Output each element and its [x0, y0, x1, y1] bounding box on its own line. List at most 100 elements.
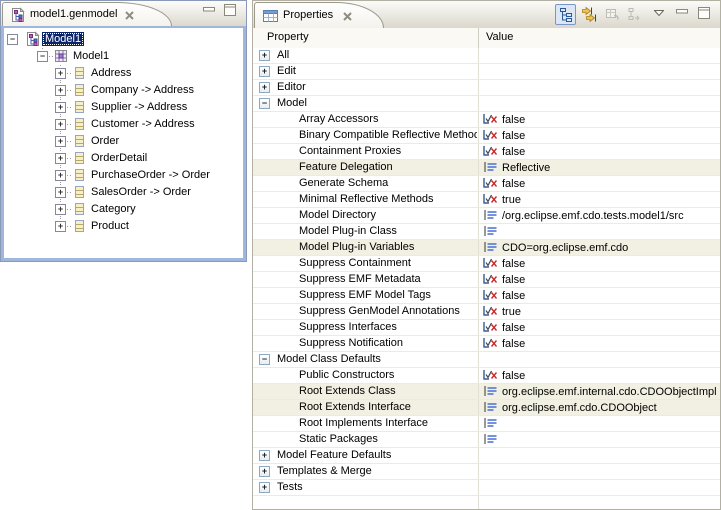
expander-icon[interactable]: + [55, 68, 66, 79]
property-value-cell[interactable] [478, 480, 720, 495]
tree-item[interactable]: +Order [4, 133, 243, 150]
expander-icon[interactable]: − [259, 98, 270, 109]
property-category-row[interactable]: +Editor [253, 80, 720, 96]
property-row[interactable]: Static Packages [253, 432, 720, 448]
column-divider[interactable] [478, 28, 479, 48]
expander-icon[interactable]: + [55, 153, 66, 164]
property-value-cell[interactable]: /org.eclipse.emf.cdo.tests.model1/src [478, 208, 720, 223]
property-value-cell[interactable]: false [478, 368, 720, 383]
expander-icon[interactable]: − [7, 34, 18, 45]
property-value-cell[interactable] [478, 432, 720, 447]
property-value-cell[interactable] [478, 352, 720, 367]
property-row[interactable]: Root Extends Classorg.eclipse.emf.intern… [253, 384, 720, 400]
tree-item[interactable]: +SalesOrder -> Order [4, 184, 243, 201]
property-value-cell[interactable]: false [478, 256, 720, 271]
property-row[interactable]: Generate Schemafalse [253, 176, 720, 192]
property-value-cell[interactable] [478, 96, 720, 111]
property-category-row[interactable]: +Edit [253, 64, 720, 80]
property-value-cell[interactable]: false [478, 112, 720, 127]
property-row[interactable]: Root Extends Interfaceorg.eclipse.emf.cd… [253, 400, 720, 416]
property-category-row[interactable]: −Model Class Defaults [253, 352, 720, 368]
tree-item[interactable]: +Address [4, 65, 243, 82]
tree-item[interactable]: +Category [4, 201, 243, 218]
property-row[interactable]: Minimal Reflective Methodstrue [253, 192, 720, 208]
property-row[interactable]: Public Constructorsfalse [253, 368, 720, 384]
maximize-icon[interactable] [696, 4, 712, 25]
expander-icon[interactable]: − [259, 354, 270, 365]
tree-item[interactable]: +Company -> Address [4, 82, 243, 99]
property-value-cell[interactable]: false [478, 176, 720, 191]
tree-item[interactable]: −Model1 [4, 48, 243, 65]
property-row[interactable]: Feature DelegationReflective [253, 160, 720, 176]
expander-icon[interactable]: − [37, 51, 48, 62]
expander-icon[interactable]: + [259, 482, 270, 493]
minimize-icon[interactable] [203, 7, 216, 20]
expander-icon[interactable]: + [55, 136, 66, 147]
view-menu-icon[interactable] [651, 4, 667, 25]
close-icon[interactable] [342, 11, 353, 22]
tree-item[interactable]: +Product [4, 218, 243, 235]
property-value-cell[interactable]: false [478, 288, 720, 303]
property-category-row[interactable]: −Model [253, 96, 720, 112]
show-categories-button[interactable] [555, 4, 576, 25]
property-row[interactable]: Binary Compatible Reflective Methodsfals… [253, 128, 720, 144]
property-row[interactable]: Containment Proxiesfalse [253, 144, 720, 160]
property-value-cell[interactable] [478, 80, 720, 95]
expander-icon[interactable]: + [259, 450, 270, 461]
expander-icon[interactable]: + [55, 204, 66, 215]
property-row[interactable]: Model Directory/org.eclipse.emf.cdo.test… [253, 208, 720, 224]
property-value-cell[interactable]: false [478, 144, 720, 159]
property-row[interactable]: Root Implements Interface [253, 416, 720, 432]
property-row[interactable]: Model Plug-in Class [253, 224, 720, 240]
property-value-cell[interactable]: false [478, 128, 720, 143]
expander-icon[interactable]: + [259, 66, 270, 77]
expander-icon[interactable]: + [55, 119, 66, 130]
property-category-row[interactable]: +Tests [253, 480, 720, 496]
editor-tab-model1-genmodel[interactable]: model1.genmodel [2, 2, 172, 26]
minimize-icon[interactable] [674, 4, 690, 25]
property-value-cell[interactable] [478, 64, 720, 79]
property-category-row[interactable]: +Templates & Merge [253, 464, 720, 480]
tab-properties[interactable]: Properties [254, 2, 384, 28]
property-value-cell[interactable] [478, 48, 720, 63]
property-value-cell[interactable]: org.eclipse.emf.internal.cdo.CDOObjectIm… [478, 384, 720, 399]
property-row[interactable]: Model Plug-in VariablesCDO=org.eclipse.e… [253, 240, 720, 256]
column-header-value[interactable]: Value [486, 31, 513, 43]
property-value-cell[interactable]: false [478, 320, 720, 335]
expander-icon[interactable]: + [55, 187, 66, 198]
tree-item[interactable]: +OrderDetail [4, 150, 243, 167]
property-category-row[interactable]: +Model Feature Defaults [253, 448, 720, 464]
expander-icon[interactable]: + [259, 82, 270, 93]
property-value-cell[interactable]: false [478, 272, 720, 287]
tree-item[interactable]: −Model1 [4, 31, 243, 48]
property-row[interactable]: Suppress GenModel Annotationstrue [253, 304, 720, 320]
tree-item[interactable]: +Supplier -> Address [4, 99, 243, 116]
property-row[interactable]: Array Accessorsfalse [253, 112, 720, 128]
close-icon[interactable] [124, 10, 135, 21]
expander-icon[interactable]: + [259, 50, 270, 61]
maximize-icon[interactable] [224, 4, 237, 17]
property-value-cell[interactable] [478, 464, 720, 479]
property-value-cell[interactable]: CDO=org.eclipse.emf.cdo [478, 240, 720, 255]
property-row[interactable]: Suppress Interfacesfalse [253, 320, 720, 336]
expander-icon[interactable]: + [55, 170, 66, 181]
expander-icon[interactable]: + [55, 85, 66, 96]
column-header-property[interactable]: Property [267, 31, 309, 43]
property-category-row[interactable]: +All [253, 48, 720, 64]
property-value-cell[interactable]: true [478, 304, 720, 319]
property-value-cell[interactable] [478, 224, 720, 239]
tree-item[interactable]: +PurchaseOrder -> Order [4, 167, 243, 184]
expander-icon[interactable]: + [259, 466, 270, 477]
show-advanced-properties-button[interactable] [578, 4, 599, 25]
property-row[interactable]: Suppress EMF Model Tagsfalse [253, 288, 720, 304]
property-row[interactable]: Suppress Notificationfalse [253, 336, 720, 352]
property-value-cell[interactable]: false [478, 336, 720, 351]
property-row[interactable]: Suppress Containmentfalse [253, 256, 720, 272]
property-value-cell[interactable] [478, 416, 720, 431]
property-row[interactable]: Suppress EMF Metadatafalse [253, 272, 720, 288]
property-value-cell[interactable]: true [478, 192, 720, 207]
property-value-cell[interactable]: org.eclipse.emf.cdo.CDOObject [478, 400, 720, 415]
expander-icon[interactable]: + [55, 221, 66, 232]
property-value-cell[interactable] [478, 448, 720, 463]
property-value-cell[interactable]: Reflective [478, 160, 720, 175]
